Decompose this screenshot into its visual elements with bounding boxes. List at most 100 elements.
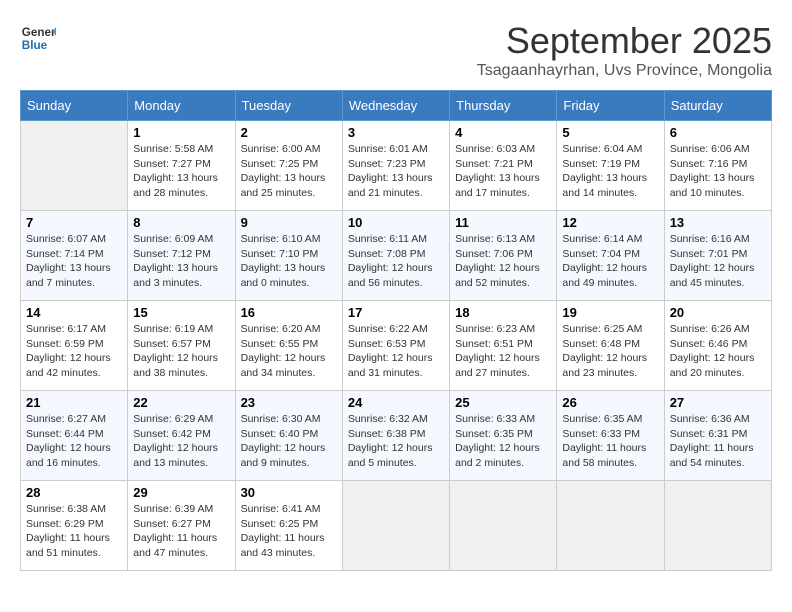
- day-info: Sunrise: 6:11 AM Sunset: 7:08 PM Dayligh…: [348, 232, 444, 291]
- calendar-cell: 23Sunrise: 6:30 AM Sunset: 6:40 PM Dayli…: [235, 391, 342, 481]
- day-info: Sunrise: 6:13 AM Sunset: 7:06 PM Dayligh…: [455, 232, 551, 291]
- logo-icon: General Blue: [20, 20, 56, 56]
- page-header: General Blue September 2025 Tsagaanhayrh…: [20, 20, 772, 80]
- calendar-table: SundayMondayTuesdayWednesdayThursdayFrid…: [20, 90, 772, 571]
- weekday-header: Monday: [128, 91, 235, 121]
- day-info: Sunrise: 6:09 AM Sunset: 7:12 PM Dayligh…: [133, 232, 229, 291]
- day-info: Sunrise: 6:25 AM Sunset: 6:48 PM Dayligh…: [562, 322, 658, 381]
- calendar-cell: 4 Sunrise: 6:03 AM Sunset: 7:21 PM Daylig…: [450, 121, 557, 211]
- day-info: Sunrise: 6:32 AM Sunset: 6:38 PM Dayligh…: [348, 412, 444, 471]
- calendar-cell: 10 Sunrise: 6:11 AM Sunset: 7:08 PM Dayli…: [342, 211, 449, 301]
- day-number: 13: [670, 215, 766, 230]
- weekday-header: Saturday: [664, 91, 771, 121]
- day-number: 10: [348, 215, 444, 230]
- calendar-cell: 28 Sunrise: 6:38 AM Sunset: 6:29 PM Dayli…: [21, 481, 128, 571]
- day-number: 30: [241, 485, 337, 500]
- day-info: Sunrise: 6:38 AM Sunset: 6:29 PM Dayligh…: [26, 502, 122, 561]
- calendar-cell: 26 Sunrise: 6:35 AM Sunset: 6:33 PM Dayli…: [557, 391, 664, 481]
- weekday-header: Friday: [557, 91, 664, 121]
- calendar-cell: 29Sunrise: 6:39 AM Sunset: 6:27 PM Dayli…: [128, 481, 235, 571]
- day-info: Sunrise: 6:29 AM Sunset: 6:42 PM Dayligh…: [133, 412, 229, 471]
- day-number: 11: [455, 215, 551, 230]
- day-number: 9: [241, 215, 337, 230]
- day-info: Sunrise: 6:33 AM Sunset: 6:35 PM Dayligh…: [455, 412, 551, 471]
- day-info: Sunrise: 6:10 AM Sunset: 7:10 PM Dayligh…: [241, 232, 337, 291]
- day-info: Sunrise: 6:01 AM Sunset: 7:23 PM Dayligh…: [348, 142, 444, 201]
- day-number: 6: [670, 125, 766, 140]
- day-info: Sunrise: 6:06 AM Sunset: 7:16 PM Dayligh…: [670, 142, 766, 201]
- calendar-cell: [21, 121, 128, 211]
- day-info: Sunrise: 6:23 AM Sunset: 6:51 PM Dayligh…: [455, 322, 551, 381]
- calendar-cell: 1Sunrise: 5:58 AM Sunset: 7:27 PM Daylig…: [128, 121, 235, 211]
- day-number: 26: [562, 395, 658, 410]
- day-number: 19: [562, 305, 658, 320]
- weekday-header: Thursday: [450, 91, 557, 121]
- calendar-cell: 18 Sunrise: 6:23 AM Sunset: 6:51 PM Dayli…: [450, 301, 557, 391]
- day-number: 12: [562, 215, 658, 230]
- logo: General Blue: [20, 20, 56, 56]
- day-info: Sunrise: 6:03 AM Sunset: 7:21 PM Dayligh…: [455, 142, 551, 201]
- day-number: 7: [26, 215, 122, 230]
- calendar-cell: 5 Sunrise: 6:04 AM Sunset: 7:19 PM Daylig…: [557, 121, 664, 211]
- calendar-cell: 7 Sunrise: 6:07 AM Sunset: 7:14 PM Daylig…: [21, 211, 128, 301]
- title-section: September 2025 Tsagaanhayrhan, Uvs Provi…: [477, 20, 772, 80]
- calendar-week-row: 14Sunrise: 6:17 AM Sunset: 6:59 PM Dayli…: [21, 301, 772, 391]
- calendar-cell: [342, 481, 449, 571]
- calendar-cell: 27Sunrise: 6:36 AM Sunset: 6:31 PM Dayli…: [664, 391, 771, 481]
- calendar-week-row: 1Sunrise: 5:58 AM Sunset: 7:27 PM Daylig…: [21, 121, 772, 211]
- calendar-cell: [664, 481, 771, 571]
- day-number: 22: [133, 395, 229, 410]
- day-number: 5: [562, 125, 658, 140]
- header-row: SundayMondayTuesdayWednesdayThursdayFrid…: [21, 91, 772, 121]
- calendar-cell: 2 Sunrise: 6:00 AM Sunset: 7:25 PM Daylig…: [235, 121, 342, 211]
- day-number: 20: [670, 305, 766, 320]
- day-info: Sunrise: 6:20 AM Sunset: 6:55 PM Dayligh…: [241, 322, 337, 381]
- weekday-header: Wednesday: [342, 91, 449, 121]
- day-info: Sunrise: 6:00 AM Sunset: 7:25 PM Dayligh…: [241, 142, 337, 201]
- calendar-week-row: 7 Sunrise: 6:07 AM Sunset: 7:14 PM Daylig…: [21, 211, 772, 301]
- day-info: Sunrise: 6:04 AM Sunset: 7:19 PM Dayligh…: [562, 142, 658, 201]
- day-number: 28: [26, 485, 122, 500]
- calendar-week-row: 21 Sunrise: 6:27 AM Sunset: 6:44 PM Dayli…: [21, 391, 772, 481]
- day-number: 4: [455, 125, 551, 140]
- location-subtitle: Tsagaanhayrhan, Uvs Province, Mongolia: [477, 62, 772, 80]
- day-number: 15: [133, 305, 229, 320]
- calendar-cell: [450, 481, 557, 571]
- day-info: Sunrise: 6:36 AM Sunset: 6:31 PM Dayligh…: [670, 412, 766, 471]
- calendar-cell: 17Sunrise: 6:22 AM Sunset: 6:53 PM Dayli…: [342, 301, 449, 391]
- weekday-header: Tuesday: [235, 91, 342, 121]
- calendar-cell: 19 Sunrise: 6:25 AM Sunset: 6:48 PM Dayli…: [557, 301, 664, 391]
- day-info: Sunrise: 6:19 AM Sunset: 6:57 PM Dayligh…: [133, 322, 229, 381]
- day-number: 17: [348, 305, 444, 320]
- day-number: 2: [241, 125, 337, 140]
- day-number: 18: [455, 305, 551, 320]
- calendar-cell: 9 Sunrise: 6:10 AM Sunset: 7:10 PM Daylig…: [235, 211, 342, 301]
- svg-text:Blue: Blue: [22, 39, 48, 52]
- weekday-header: Sunday: [21, 91, 128, 121]
- day-info: Sunrise: 6:27 AM Sunset: 6:44 PM Dayligh…: [26, 412, 122, 471]
- day-number: 25: [455, 395, 551, 410]
- calendar-cell: 16 Sunrise: 6:20 AM Sunset: 6:55 PM Dayli…: [235, 301, 342, 391]
- day-number: 16: [241, 305, 337, 320]
- day-info: Sunrise: 6:35 AM Sunset: 6:33 PM Dayligh…: [562, 412, 658, 471]
- calendar-cell: 13Sunrise: 6:16 AM Sunset: 7:01 PM Dayli…: [664, 211, 771, 301]
- calendar-cell: 21 Sunrise: 6:27 AM Sunset: 6:44 PM Dayli…: [21, 391, 128, 481]
- calendar-cell: 3 Sunrise: 6:01 AM Sunset: 7:23 PM Daylig…: [342, 121, 449, 211]
- day-number: 23: [241, 395, 337, 410]
- day-number: 3: [348, 125, 444, 140]
- calendar-cell: 30 Sunrise: 6:41 AM Sunset: 6:25 PM Dayli…: [235, 481, 342, 571]
- calendar-cell: 11 Sunrise: 6:13 AM Sunset: 7:06 PM Dayli…: [450, 211, 557, 301]
- day-number: 29: [133, 485, 229, 500]
- day-info: Sunrise: 6:07 AM Sunset: 7:14 PM Dayligh…: [26, 232, 122, 291]
- calendar-cell: 15 Sunrise: 6:19 AM Sunset: 6:57 PM Dayli…: [128, 301, 235, 391]
- day-info: Sunrise: 6:41 AM Sunset: 6:25 PM Dayligh…: [241, 502, 337, 561]
- svg-text:General: General: [22, 26, 56, 39]
- day-number: 1: [133, 125, 229, 140]
- calendar-cell: 8Sunrise: 6:09 AM Sunset: 7:12 PM Daylig…: [128, 211, 235, 301]
- calendar-cell: 14Sunrise: 6:17 AM Sunset: 6:59 PM Dayli…: [21, 301, 128, 391]
- month-title: September 2025: [477, 20, 772, 62]
- day-number: 21: [26, 395, 122, 410]
- day-info: Sunrise: 6:17 AM Sunset: 6:59 PM Dayligh…: [26, 322, 122, 381]
- day-number: 24: [348, 395, 444, 410]
- calendar-cell: 25 Sunrise: 6:33 AM Sunset: 6:35 PM Dayli…: [450, 391, 557, 481]
